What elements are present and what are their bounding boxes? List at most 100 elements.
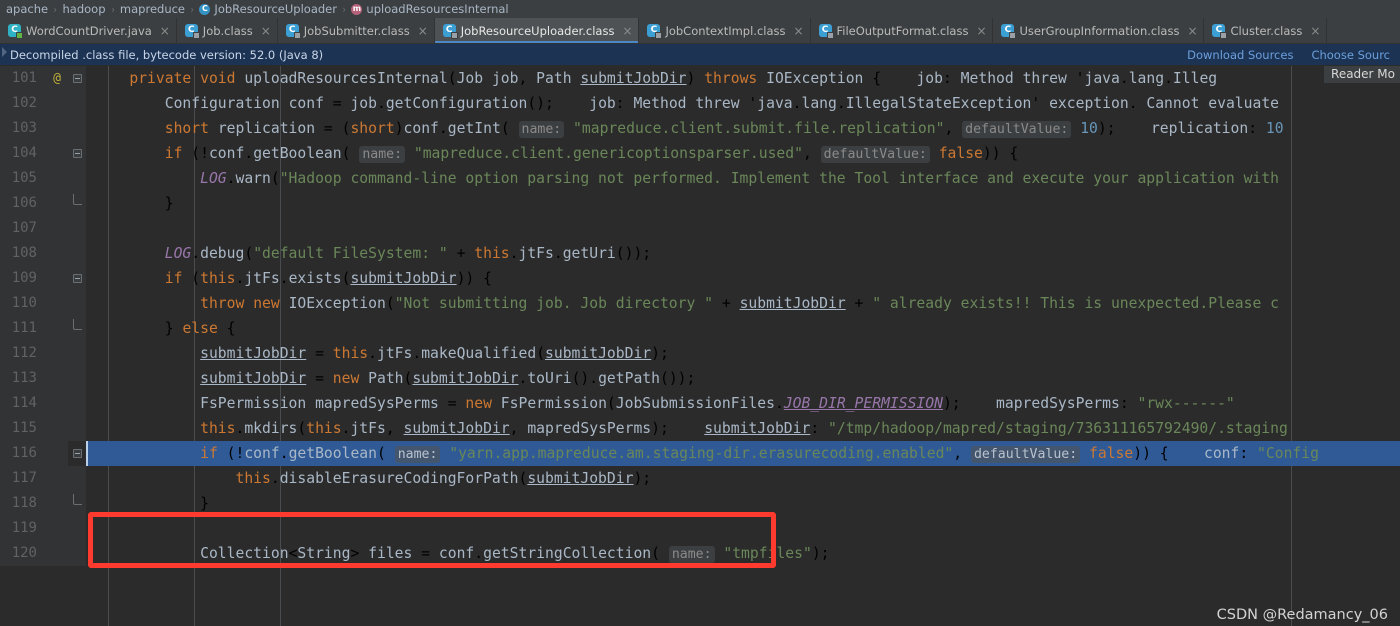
code-line[interactable]: 112 submitJobDir = this.jtFs.makeQualifi… — [0, 341, 1400, 366]
code-text: Configuration conf = job.getConfiguratio… — [164, 95, 1280, 112]
breadcrumb-item-uploadresourcesinternal[interactable]: m uploadResourcesInternal — [351, 2, 509, 16]
breadcrumb-item-jobresourceuploader[interactable]: C JobResourceUploader — [199, 2, 337, 16]
fold-collapse-icon[interactable] — [72, 74, 82, 83]
code-line[interactable]: 116 if (!conf.getBoolean( name: "yarn.ap… — [0, 441, 1400, 466]
code-line[interactable]: 109 if (this.jtFs.exists(submitJobDir)) … — [0, 266, 1400, 291]
gutter-annotation-icon[interactable]: @ — [46, 66, 68, 91]
code-line[interactable]: 102 Configuration conf = job.getConfigur… — [0, 91, 1400, 116]
line-number: 114 — [0, 391, 46, 416]
tab-close-icon[interactable]: × — [1310, 25, 1320, 37]
code-text: short replication = (short)conf.getInt( … — [164, 120, 1284, 138]
code-line[interactable]: 108 LOG.debug("default FileSystem: " + t… — [0, 241, 1400, 266]
code-line[interactable]: 111 } else { — [0, 316, 1400, 341]
tab-job-class[interactable]: C Job.class × — [177, 18, 278, 43]
gutter-annotation-icon[interactable] — [46, 441, 68, 466]
code-fold-toggle — [68, 116, 86, 141]
code-fold-toggle[interactable] — [68, 491, 86, 516]
line-number: 117 — [0, 466, 46, 491]
tab-cluster-class[interactable]: C Cluster.class × — [1204, 18, 1328, 43]
gutter-annotation-icon[interactable] — [46, 391, 68, 416]
code-fold-toggle — [68, 516, 86, 541]
gutter-annotation-icon[interactable] — [46, 316, 68, 341]
code-line[interactable]: 104 if (!conf.getBoolean( name: "mapredu… — [0, 141, 1400, 166]
code-text: submitJobDir = new Path(submitJobDir.toU… — [200, 370, 696, 387]
gutter-annotation-icon[interactable] — [46, 91, 68, 116]
class-file-icon: C — [285, 24, 301, 39]
code-line[interactable]: 120 Collection<String> files = conf.getS… — [0, 541, 1400, 566]
code-line[interactable]: 113 submitJobDir = new Path(submitJobDir… — [0, 366, 1400, 391]
gutter-annotation-icon[interactable] — [46, 266, 68, 291]
choose-sources-link[interactable]: Choose Sourc — [1311, 48, 1390, 62]
tab-wordcountdriver-java[interactable]: C WordCountDriver.java × — [0, 18, 177, 43]
gutter-annotation-icon[interactable] — [46, 291, 68, 316]
gutter-annotation-icon[interactable] — [46, 216, 68, 241]
code-fold-toggle[interactable] — [68, 441, 86, 466]
line-number: 103 — [0, 116, 46, 141]
line-number: 108 — [0, 241, 46, 266]
download-sources-link[interactable]: Download Sources — [1187, 48, 1293, 62]
breadcrumb-item-apache[interactable]: apache — [6, 2, 48, 16]
code-fold-toggle[interactable] — [68, 191, 86, 216]
reader-mode-button[interactable]: Reader Mo — [1324, 66, 1400, 83]
code-line[interactable]: 117 this.disableErasureCodingForPath(sub… — [0, 466, 1400, 491]
tab-close-icon[interactable]: × — [261, 25, 271, 37]
gutter-annotation-icon[interactable] — [46, 341, 68, 366]
fold-end-icon[interactable] — [72, 319, 82, 330]
gutter-annotation-icon[interactable] — [46, 541, 68, 566]
gutter-annotation-icon[interactable] — [46, 466, 68, 491]
code-line[interactable]: 110 throw new IOException("Not submittin… — [0, 291, 1400, 316]
code-text: FsPermission mapredSysPerms = new FsPerm… — [200, 395, 1235, 412]
code-line[interactable]: 106 } — [0, 191, 1400, 216]
code-line[interactable]: 119 — [0, 516, 1400, 541]
code-fold-toggle[interactable] — [68, 141, 86, 166]
breadcrumb-item-mapreduce[interactable]: mapreduce — [120, 2, 185, 16]
gutter-annotation-icon[interactable] — [46, 166, 68, 191]
fold-end-icon[interactable] — [72, 194, 82, 205]
gutter-annotation-icon[interactable] — [46, 191, 68, 216]
fold-collapse-icon[interactable] — [72, 449, 82, 458]
gutter-annotation-icon[interactable] — [46, 141, 68, 166]
tab-jobresourceuploader-class[interactable]: C JobResourceUploader.class × — [434, 18, 640, 43]
tab-close-icon[interactable]: × — [418, 25, 428, 37]
gutter-annotation-icon[interactable] — [46, 416, 68, 441]
tab-close-icon[interactable]: × — [1187, 25, 1197, 37]
breadcrumb: apache › hadoop › mapreduce › C JobResourceUplo… — [0, 0, 1400, 18]
notice-links: Download Sources Choose Sourc — [1187, 48, 1392, 62]
breadcrumb-item-label: mapreduce — [119, 2, 186, 16]
code-line[interactable]: 118 } — [0, 491, 1400, 516]
collapse-arrow-icon[interactable] — [2, 47, 7, 57]
gutter-annotation-icon[interactable] — [46, 366, 68, 391]
gutter-annotation-icon[interactable] — [46, 491, 68, 516]
code-line[interactable]: 107 — [0, 216, 1400, 241]
gutter-annotation-icon[interactable] — [46, 241, 68, 266]
code-line[interactable]: 103 short replication = (short)conf.getI… — [0, 116, 1400, 141]
tab-jobcontextimpl-class[interactable]: C JobContextImpl.class × — [639, 18, 811, 43]
code-fold-toggle — [68, 541, 86, 566]
code-text: Collection<String> files = conf.getStrin… — [200, 545, 830, 563]
code-editor[interactable]: 101 @ private void uploadResourcesInterna… — [0, 66, 1400, 626]
code-line[interactable]: 114 FsPermission mapredSysPerms = new Fs… — [0, 391, 1400, 416]
fold-collapse-icon[interactable] — [72, 274, 82, 283]
tab-close-icon[interactable]: × — [794, 25, 804, 37]
breadcrumb-item-hadoop[interactable]: hadoop — [63, 2, 106, 16]
tab-close-icon[interactable]: × — [976, 25, 986, 37]
tab-fileoutputformat-class[interactable]: C FileOutputFormat.class × — [811, 18, 994, 43]
code-fold-toggle[interactable] — [68, 316, 86, 341]
code-line[interactable]: 115 this.mkdirs(this.jtFs, submitJobDir,… — [0, 416, 1400, 441]
tab-close-icon[interactable]: × — [160, 25, 170, 37]
text-caret — [86, 441, 88, 466]
tab-usergroupinformation-class[interactable]: C UserGroupInformation.class × — [993, 18, 1205, 43]
code-line[interactable]: 101 @ private void uploadResourcesInterna… — [0, 66, 1400, 91]
line-number: 110 — [0, 291, 46, 316]
fold-end-icon[interactable] — [72, 494, 82, 505]
tab-close-icon[interactable]: × — [622, 25, 632, 37]
code-fold-toggle[interactable] — [68, 66, 86, 91]
code-fold-toggle[interactable] — [68, 266, 86, 291]
code-lines: 101 @ private void uploadResourcesInterna… — [0, 66, 1400, 566]
tab-label: Cluster.class — [1230, 23, 1303, 38]
gutter-annotation-icon[interactable] — [46, 116, 68, 141]
tab-jobsubmitter-class[interactable]: C JobSubmitter.class × — [278, 18, 435, 43]
fold-collapse-icon[interactable] — [72, 149, 82, 158]
code-line[interactable]: 105 LOG.warn("Hadoop command-line option… — [0, 166, 1400, 191]
gutter-annotation-icon[interactable] — [46, 516, 68, 541]
